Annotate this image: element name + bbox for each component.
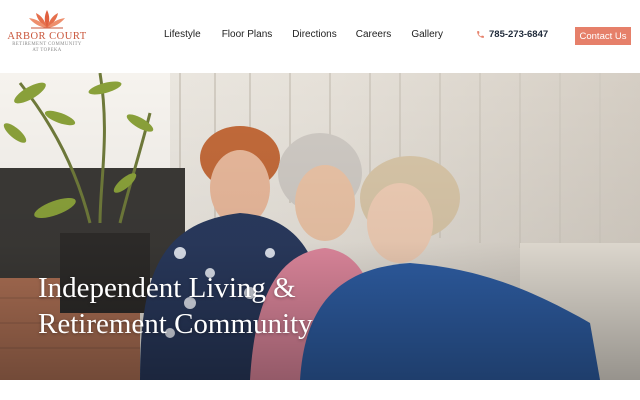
phone-link[interactable]: 785-273-6847	[476, 29, 548, 40]
brand-location: AT TOPEKA	[32, 48, 62, 53]
nav-directions[interactable]: Directions	[292, 29, 336, 40]
nav-gallery[interactable]: Gallery	[411, 29, 443, 40]
lotus-logo-icon	[29, 10, 65, 29]
contact-us-button[interactable]: Contact Us	[575, 27, 631, 45]
site-header: ARBOR COURT RETIREMENT COMMUNITY AT TOPE…	[0, 0, 640, 73]
phone-number: 785-273-6847	[489, 29, 549, 40]
hero-title-line-1: Independent Living &	[38, 272, 296, 304]
phone-icon	[477, 31, 484, 38]
nav-careers[interactable]: Careers	[356, 29, 392, 40]
hero-banner: Independent Living & Retirement Communit…	[0, 73, 640, 380]
nav-floor-plans[interactable]: Floor Plans	[222, 29, 273, 40]
page-bottom-strip	[0, 380, 640, 400]
hero-title-line-2: Retirement Community	[38, 308, 313, 340]
main-nav: Lifestyle Floor Plans Directions Careers…	[164, 29, 443, 40]
hero-title: Independent Living & Retirement Communit…	[38, 270, 313, 342]
brand-name: ARBOR COURT	[7, 31, 87, 42]
nav-lifestyle[interactable]: Lifestyle	[164, 29, 201, 40]
logo[interactable]: ARBOR COURT RETIREMENT COMMUNITY AT TOPE…	[7, 8, 87, 66]
